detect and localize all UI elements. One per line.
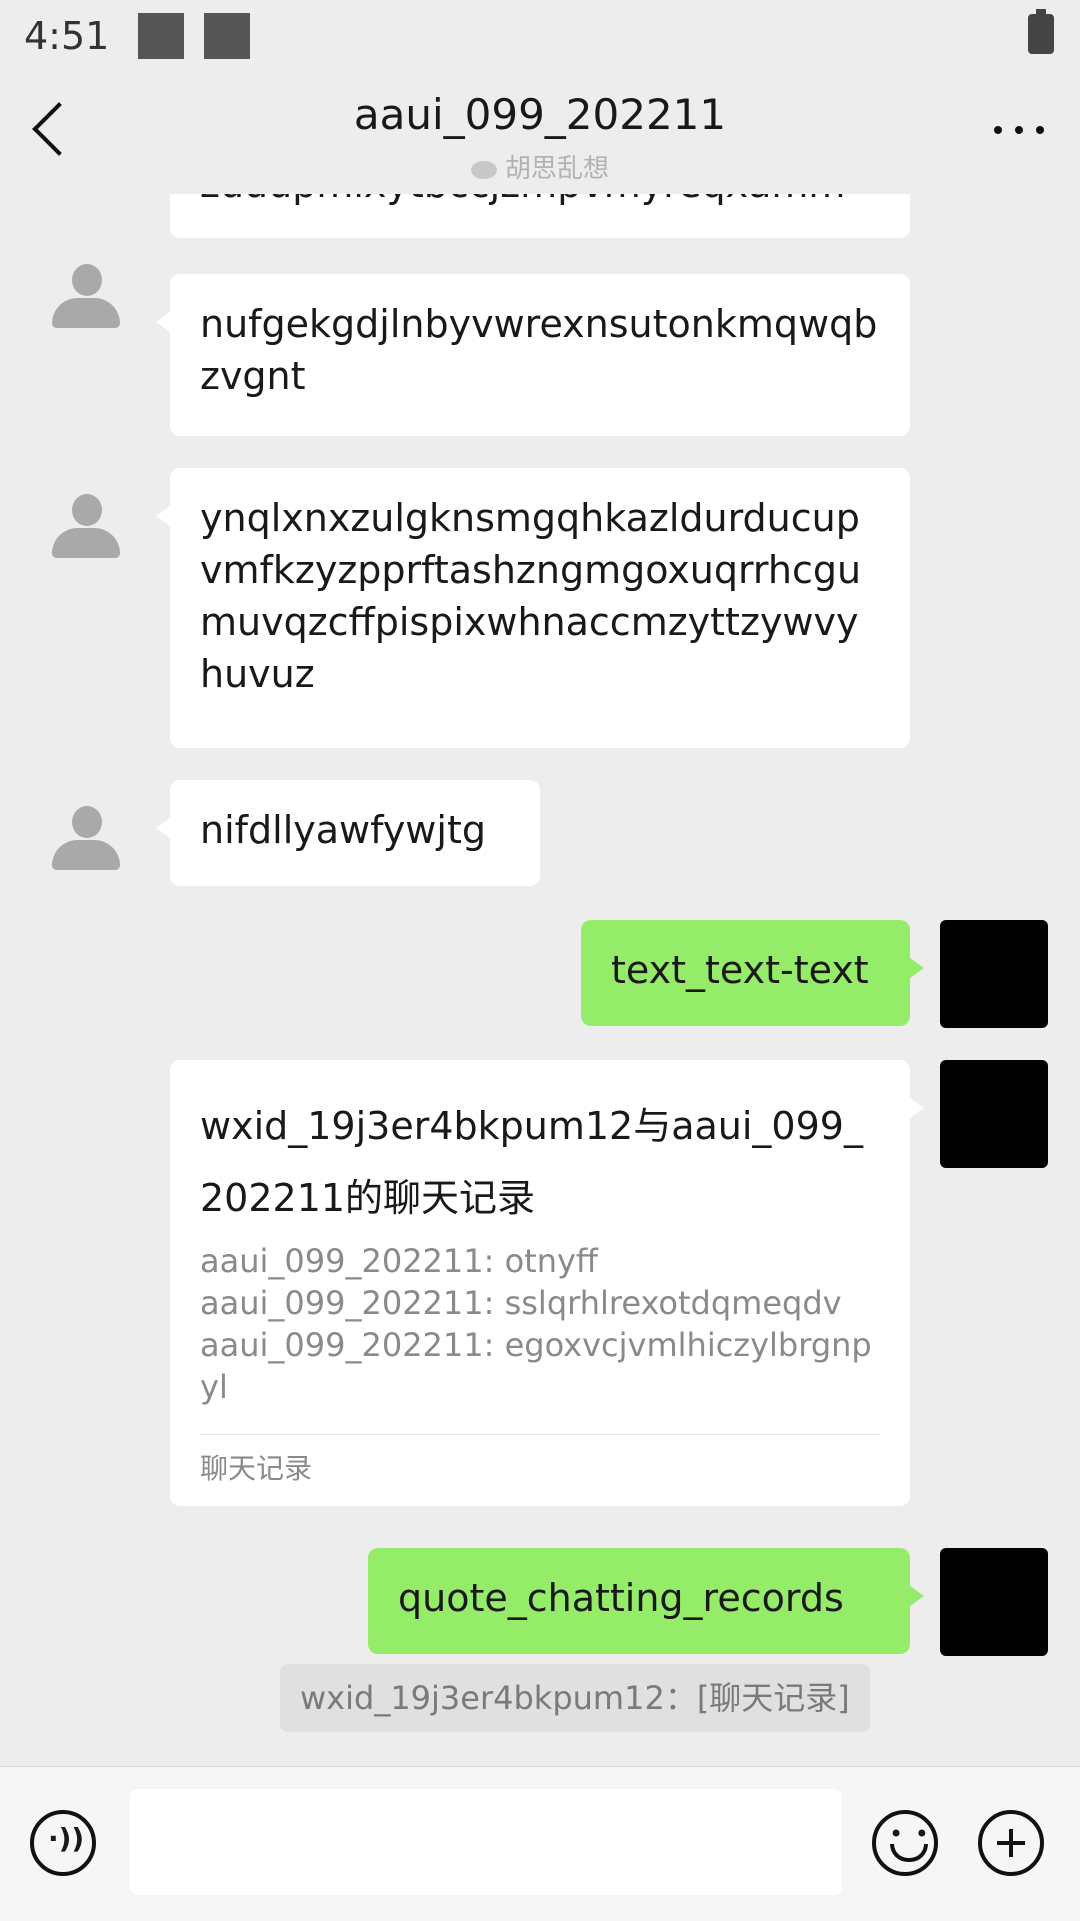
message-text: text_text-text	[611, 948, 869, 992]
record-line: aaui_099_202211: sslqrhlrexotdqmeqdv	[200, 1284, 842, 1322]
quote-text: wxid_19j3er4bkpum12：[聊天记录]	[300, 1679, 850, 1717]
user-avatar[interactable]	[940, 1060, 1048, 1168]
chat-title: aaui_099_202211	[353, 90, 727, 139]
record-line: aaui_099_202211: otnyff	[200, 1242, 598, 1280]
message-bubble[interactable]: ynqlxnxzulgknsmgqhkazldurducupvmfkzyzppr…	[156, 468, 910, 748]
message-text: nufgekgdjlnbyvwrexnsutonkmqwqbzvgnt	[200, 302, 878, 398]
message-text: ynqlxnxzulgknsmgqhkazldurducupvmfkzyzppr…	[200, 496, 862, 696]
emoji-icon[interactable]	[872, 1810, 938, 1876]
record-preview: aaui_099_202211: otnyff aaui_099_202211:…	[200, 1240, 880, 1408]
plus-icon[interactable]	[978, 1810, 1044, 1876]
message-bubble[interactable]: nifdllyawfywjtg	[156, 780, 540, 886]
voice-icon[interactable]	[30, 1810, 96, 1876]
avatar-icon[interactable]	[50, 804, 122, 876]
avatar-icon[interactable]	[50, 262, 122, 334]
chat-subtitle: 胡思乱想	[0, 148, 1080, 185]
message-bubble[interactable]: nufgekgdjlnbyvwrexnsutonkmqwqbzvgnt	[156, 274, 910, 436]
message-list[interactable]: zuuupmixytbccjzmpvmyreqxamm nufgekgdjlnb…	[0, 194, 1080, 1766]
more-icon[interactable]	[994, 126, 1044, 136]
message-text: nifdllyawfywjtg	[200, 808, 486, 852]
chat-bubble-icon	[470, 160, 497, 179]
status-bar: 4:51	[0, 0, 1080, 76]
chat-record-card[interactable]: wxid_19j3er4bkpum12与aaui_099_202211的聊天记录…	[170, 1060, 924, 1506]
input-bar	[0, 1766, 1080, 1921]
subtitle-text: 胡思乱想	[504, 154, 609, 184]
chat-header: aaui_099_202211 胡思乱想	[0, 76, 1080, 194]
message-text: zuuupmixytbccjzmpvmyreqxamm	[200, 194, 845, 206]
user-avatar[interactable]	[940, 920, 1048, 1028]
quoted-message[interactable]: wxid_19j3er4bkpum12：[聊天记录]	[280, 1664, 870, 1732]
notification-icon	[204, 13, 250, 59]
sent-message-bubble[interactable]: quote_chatting_records	[368, 1548, 924, 1654]
message-text: quote_chatting_records	[398, 1576, 844, 1620]
battery-icon	[1028, 9, 1054, 54]
record-title: wxid_19j3er4bkpum12与aaui_099_202211的聊天记录	[200, 1104, 863, 1220]
sent-message-bubble[interactable]: text_text-text	[581, 920, 924, 1026]
status-time: 4:51	[24, 14, 110, 58]
notification-icon	[138, 13, 184, 59]
record-footer: 聊天记录	[200, 1434, 880, 1487]
message-bubble[interactable]: zuuupmixytbccjzmpvmyreqxamm	[170, 194, 910, 238]
avatar-icon[interactable]	[50, 492, 122, 564]
user-avatar[interactable]	[940, 1548, 1048, 1656]
message-input[interactable]	[130, 1789, 842, 1895]
record-line: aaui_099_202211: egoxvcjvmlhiczylbrgnpyl	[200, 1326, 872, 1406]
